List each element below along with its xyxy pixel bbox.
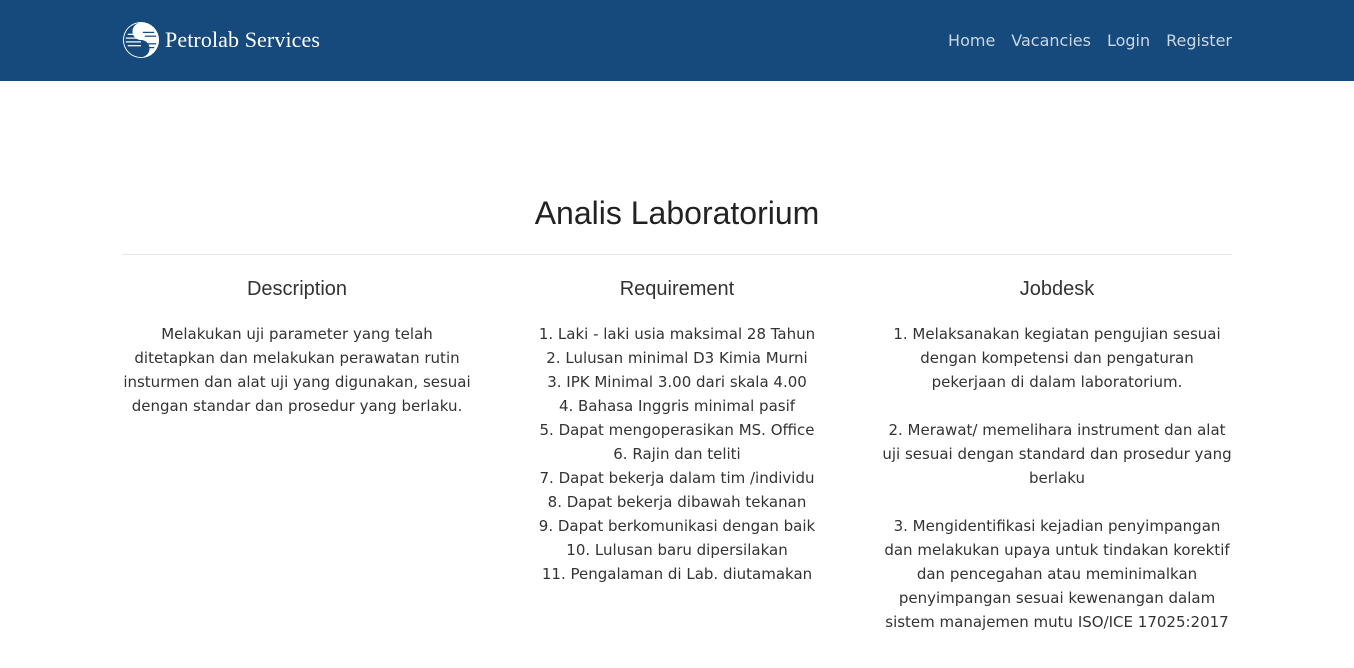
jobdesk-section: Jobdesk 1. Melaksanakan kegiatan penguji… <box>882 276 1232 634</box>
nav-login[interactable]: Login <box>1107 31 1150 50</box>
nav-home[interactable]: Home <box>948 31 995 50</box>
jobdesk-heading: Jobdesk <box>1019 278 1095 300</box>
brand-name: Petrolab Services <box>165 27 321 52</box>
page-title: Analis Laboratorium <box>534 195 820 231</box>
requirement-item: 3. IPK Minimal 3.00 dari skala 4.00 <box>547 373 807 391</box>
jobdesk-item: 3. Mengidentifikasi kejadian penyimpanga… <box>884 517 1230 631</box>
nav-register[interactable]: Register <box>1166 31 1232 50</box>
requirement-item: 8. Dapat bekerja dibawah tekanan <box>547 493 807 511</box>
requirement-list: 1. Laki - laki usia maksimal 28 Tahun 2.… <box>502 322 852 586</box>
petrolab-logo-icon <box>122 21 160 59</box>
requirement-item: 10. Lulusan baru dipersilakan <box>566 541 788 559</box>
navbar: Petrolab Services Home Vacancies Login R… <box>0 0 1354 81</box>
requirement-item: 9. Dapat berkomunikasi dengan baik <box>538 517 816 535</box>
requirement-item: 5. Dapat mengoperasikan MS. Office <box>539 421 815 439</box>
nav-vacancies[interactable]: Vacancies <box>1011 31 1091 50</box>
jobdesk-list: 1. Melaksanakan kegiatan pengujian sesua… <box>882 322 1232 634</box>
description-section: Description Melakukan uji parameter yang… <box>122 276 472 418</box>
jobdesk-item: 1. Melaksanakan kegiatan pengujian sesua… <box>893 325 1221 391</box>
requirement-section: Requirement 1. Laki - laki usia maksimal… <box>502 276 852 586</box>
divider <box>122 254 1232 255</box>
jobdesk-item: 2. Merawat/ memelihara instrument dan al… <box>882 421 1232 487</box>
requirement-item: 7. Dapat bekerja dalam tim /individu <box>539 469 815 487</box>
requirement-item: 1. Laki - laki usia maksimal 28 Tahun <box>538 325 816 343</box>
main-nav: Home Vacancies Login Register <box>948 0 1232 81</box>
requirement-item: 2. Lulusan minimal D3 Kimia Murni <box>546 349 808 367</box>
requirement-item: 6. Rajin dan teliti <box>613 445 741 463</box>
requirement-heading: Requirement <box>619 278 735 300</box>
description-text: Melakukan uji parameter yang telah ditet… <box>123 325 471 415</box>
description-heading: Description <box>246 278 348 300</box>
requirement-item: 11. Pengalaman di Lab. diutamakan <box>541 565 813 583</box>
brand-link[interactable]: Petrolab Services <box>122 20 320 60</box>
requirement-item: 4. Bahasa Inggris minimal pasif <box>558 397 796 415</box>
